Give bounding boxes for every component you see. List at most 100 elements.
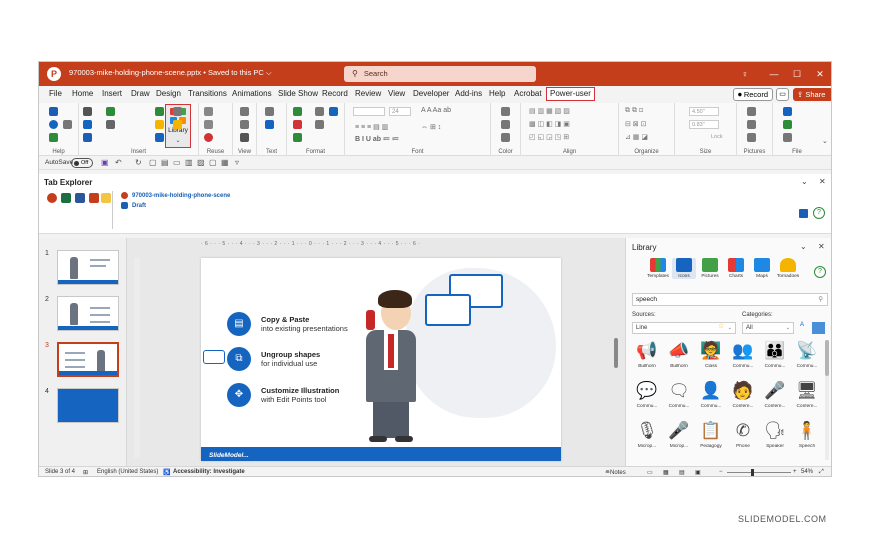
library-item[interactable]: 🖥 Confere... bbox=[792, 380, 822, 416]
heart-icon[interactable] bbox=[204, 133, 213, 142]
chart-icon[interactable] bbox=[155, 133, 164, 142]
organize-icons-row3[interactable]: ⊿ ▦ ◪ bbox=[625, 133, 648, 141]
crop-icon[interactable] bbox=[747, 107, 756, 116]
tab-design[interactable]: Design bbox=[156, 88, 181, 100]
tab-draw[interactable]: Draw bbox=[131, 88, 150, 100]
font-name-field[interactable] bbox=[353, 107, 385, 116]
folder-filter-icon[interactable] bbox=[101, 193, 111, 203]
pdf-filter-icon[interactable] bbox=[89, 193, 99, 203]
library-item[interactable]: 📡 Commu... bbox=[792, 340, 822, 376]
file-title[interactable]: 970003-mike-holding-phone-scene.pptx • S… bbox=[69, 68, 272, 78]
category-tornadoes[interactable]: Tornadoes bbox=[776, 258, 800, 279]
library-item[interactable]: 📣 Bullhorn bbox=[664, 340, 694, 376]
shape-icon[interactable] bbox=[83, 120, 92, 129]
alignment-icons[interactable]: ≡ ≡ ≡ ▤ ▥ bbox=[355, 123, 388, 131]
picture-format-icon[interactable] bbox=[747, 133, 756, 142]
grid-view-icon[interactable] bbox=[240, 133, 249, 142]
tab-transitions[interactable]: Transitions bbox=[188, 88, 227, 100]
eyedropper-icon[interactable] bbox=[315, 120, 324, 129]
library-search-input[interactable]: speech ⚲ bbox=[632, 293, 828, 306]
slide-thumbnail-3[interactable] bbox=[57, 342, 119, 377]
slide-thumbnail-2[interactable] bbox=[57, 296, 119, 331]
tab-review[interactable]: Review bbox=[355, 88, 381, 100]
tab-slide-show[interactable]: Slide Show bbox=[278, 88, 318, 100]
organize-icons-row1[interactable]: ⧉ ⧉ ⊡ bbox=[625, 107, 643, 115]
compress-icon[interactable] bbox=[747, 120, 756, 129]
tab-acrobat[interactable]: Acrobat bbox=[514, 88, 542, 100]
bold-italic-underline[interactable]: B I U ab ≔ ≔ bbox=[355, 135, 399, 143]
tab-view[interactable]: View bbox=[388, 88, 405, 100]
library-item[interactable]: 🎤 Microp... bbox=[664, 420, 694, 456]
minimize-button[interactable]: — bbox=[766, 67, 782, 81]
tab-developer[interactable]: Developer bbox=[413, 88, 449, 100]
library-item[interactable]: 📋 Pedagogy bbox=[696, 420, 726, 456]
powerpoint-filter-icon[interactable] bbox=[47, 193, 57, 203]
outline-icon[interactable] bbox=[501, 120, 510, 129]
font-size-field[interactable]: 24 bbox=[389, 107, 411, 116]
word-filter-icon[interactable] bbox=[75, 193, 85, 203]
align-icons-row2[interactable]: ▩ ◫ ◧ ◨ ▣ bbox=[529, 120, 570, 128]
slide-thumbnail-1[interactable] bbox=[57, 250, 119, 285]
tab-record[interactable]: Record bbox=[322, 88, 348, 100]
save-icon[interactable]: ▣ bbox=[101, 158, 109, 167]
library-item[interactable]: 🎙 Microp... bbox=[632, 420, 662, 456]
slide-scrollbar[interactable] bbox=[614, 338, 619, 448]
zoom-slider-thumb[interactable] bbox=[751, 469, 754, 476]
close-icon[interactable]: ✕ bbox=[819, 177, 826, 186]
category-pictures[interactable]: Pictures bbox=[698, 258, 722, 279]
pen-icon[interactable] bbox=[315, 107, 324, 116]
line-icon[interactable] bbox=[293, 133, 302, 142]
height-field[interactable]: 0.83" bbox=[689, 120, 719, 129]
lock-aspect-button[interactable]: Lock bbox=[711, 134, 723, 140]
present-icon[interactable]: ▭ bbox=[173, 158, 181, 167]
flag-icon[interactable] bbox=[265, 120, 274, 129]
reading-view-icon[interactable]: ▤ bbox=[679, 469, 685, 476]
tab-insert[interactable]: Insert bbox=[102, 88, 122, 100]
email-icon[interactable] bbox=[783, 107, 792, 116]
tab-help[interactable]: Help bbox=[489, 88, 505, 100]
settings-icon[interactable] bbox=[49, 133, 58, 142]
gear-icon[interactable] bbox=[329, 107, 338, 116]
note-icon[interactable] bbox=[173, 120, 182, 129]
search-icon[interactable] bbox=[49, 107, 58, 116]
spelling-icon[interactable]: ⊞ bbox=[83, 469, 88, 476]
library-item[interactable]: 👥 Commu... bbox=[728, 340, 758, 376]
scrollbar-thumb[interactable] bbox=[614, 338, 618, 368]
tab-add-ins[interactable]: Add-ins bbox=[455, 88, 482, 100]
library-item[interactable]: 🎤 Confere... bbox=[760, 380, 790, 416]
library-item[interactable]: 👪 Commu... bbox=[760, 340, 790, 376]
chevron-down-icon[interactable]: ⌄ bbox=[800, 242, 807, 251]
star-icon[interactable]: ☆ bbox=[718, 322, 724, 330]
new-file-icon[interactable]: ▢ bbox=[149, 158, 157, 167]
zoom-out-button[interactable]: − bbox=[719, 469, 723, 475]
comments-icon[interactable]: ▭ bbox=[776, 88, 789, 101]
share-button[interactable]: ⇪ Share ⌄ bbox=[793, 88, 831, 112]
accessibility-status[interactable]: Accessibility: Investigate bbox=[173, 469, 245, 475]
copilot-icon[interactable]: ♀ bbox=[737, 67, 753, 81]
image-icon[interactable] bbox=[83, 107, 92, 116]
slide-sorter-icon[interactable]: ▦ bbox=[663, 469, 669, 476]
spacing-icons[interactable]: ⇔ ⊞ ↕ bbox=[421, 123, 441, 131]
font-grow-shrink[interactable]: A A Aa ab bbox=[421, 107, 451, 114]
library-item[interactable]: 👤 Commu... bbox=[696, 380, 726, 416]
file-item[interactable]: Draft bbox=[121, 202, 146, 209]
category-charts[interactable]: Charts bbox=[724, 258, 748, 279]
category-templates[interactable]: Templates bbox=[646, 258, 670, 279]
print-icon[interactable] bbox=[783, 133, 792, 142]
zoom-level[interactable]: 54% bbox=[801, 469, 813, 475]
scrollbar-thumb[interactable] bbox=[825, 340, 829, 376]
library-item[interactable]: 📢 Bullhorn bbox=[632, 340, 662, 376]
excel-filter-icon[interactable] bbox=[61, 193, 71, 203]
record-button[interactable]: ⏺ Record bbox=[733, 88, 774, 101]
category-icons[interactable]: Icons bbox=[672, 258, 696, 279]
collapse-ribbon-icon[interactable]: ⌄ bbox=[822, 137, 828, 145]
tab-power-user[interactable]: Power-user bbox=[546, 87, 595, 101]
layout-icon[interactable]: ▥ bbox=[185, 158, 193, 167]
undo-icon[interactable]: ↶ bbox=[115, 158, 122, 167]
categories-select[interactable]: All ⌄ bbox=[742, 322, 794, 334]
slideshow-icon[interactable]: ▣ bbox=[695, 469, 701, 476]
pin-icon[interactable]: ▦ bbox=[221, 158, 229, 167]
triangle-icon[interactable] bbox=[155, 107, 164, 116]
customize-qat-icon[interactable]: ▿ bbox=[235, 158, 239, 167]
language-indicator[interactable]: English (United States) bbox=[97, 469, 158, 475]
